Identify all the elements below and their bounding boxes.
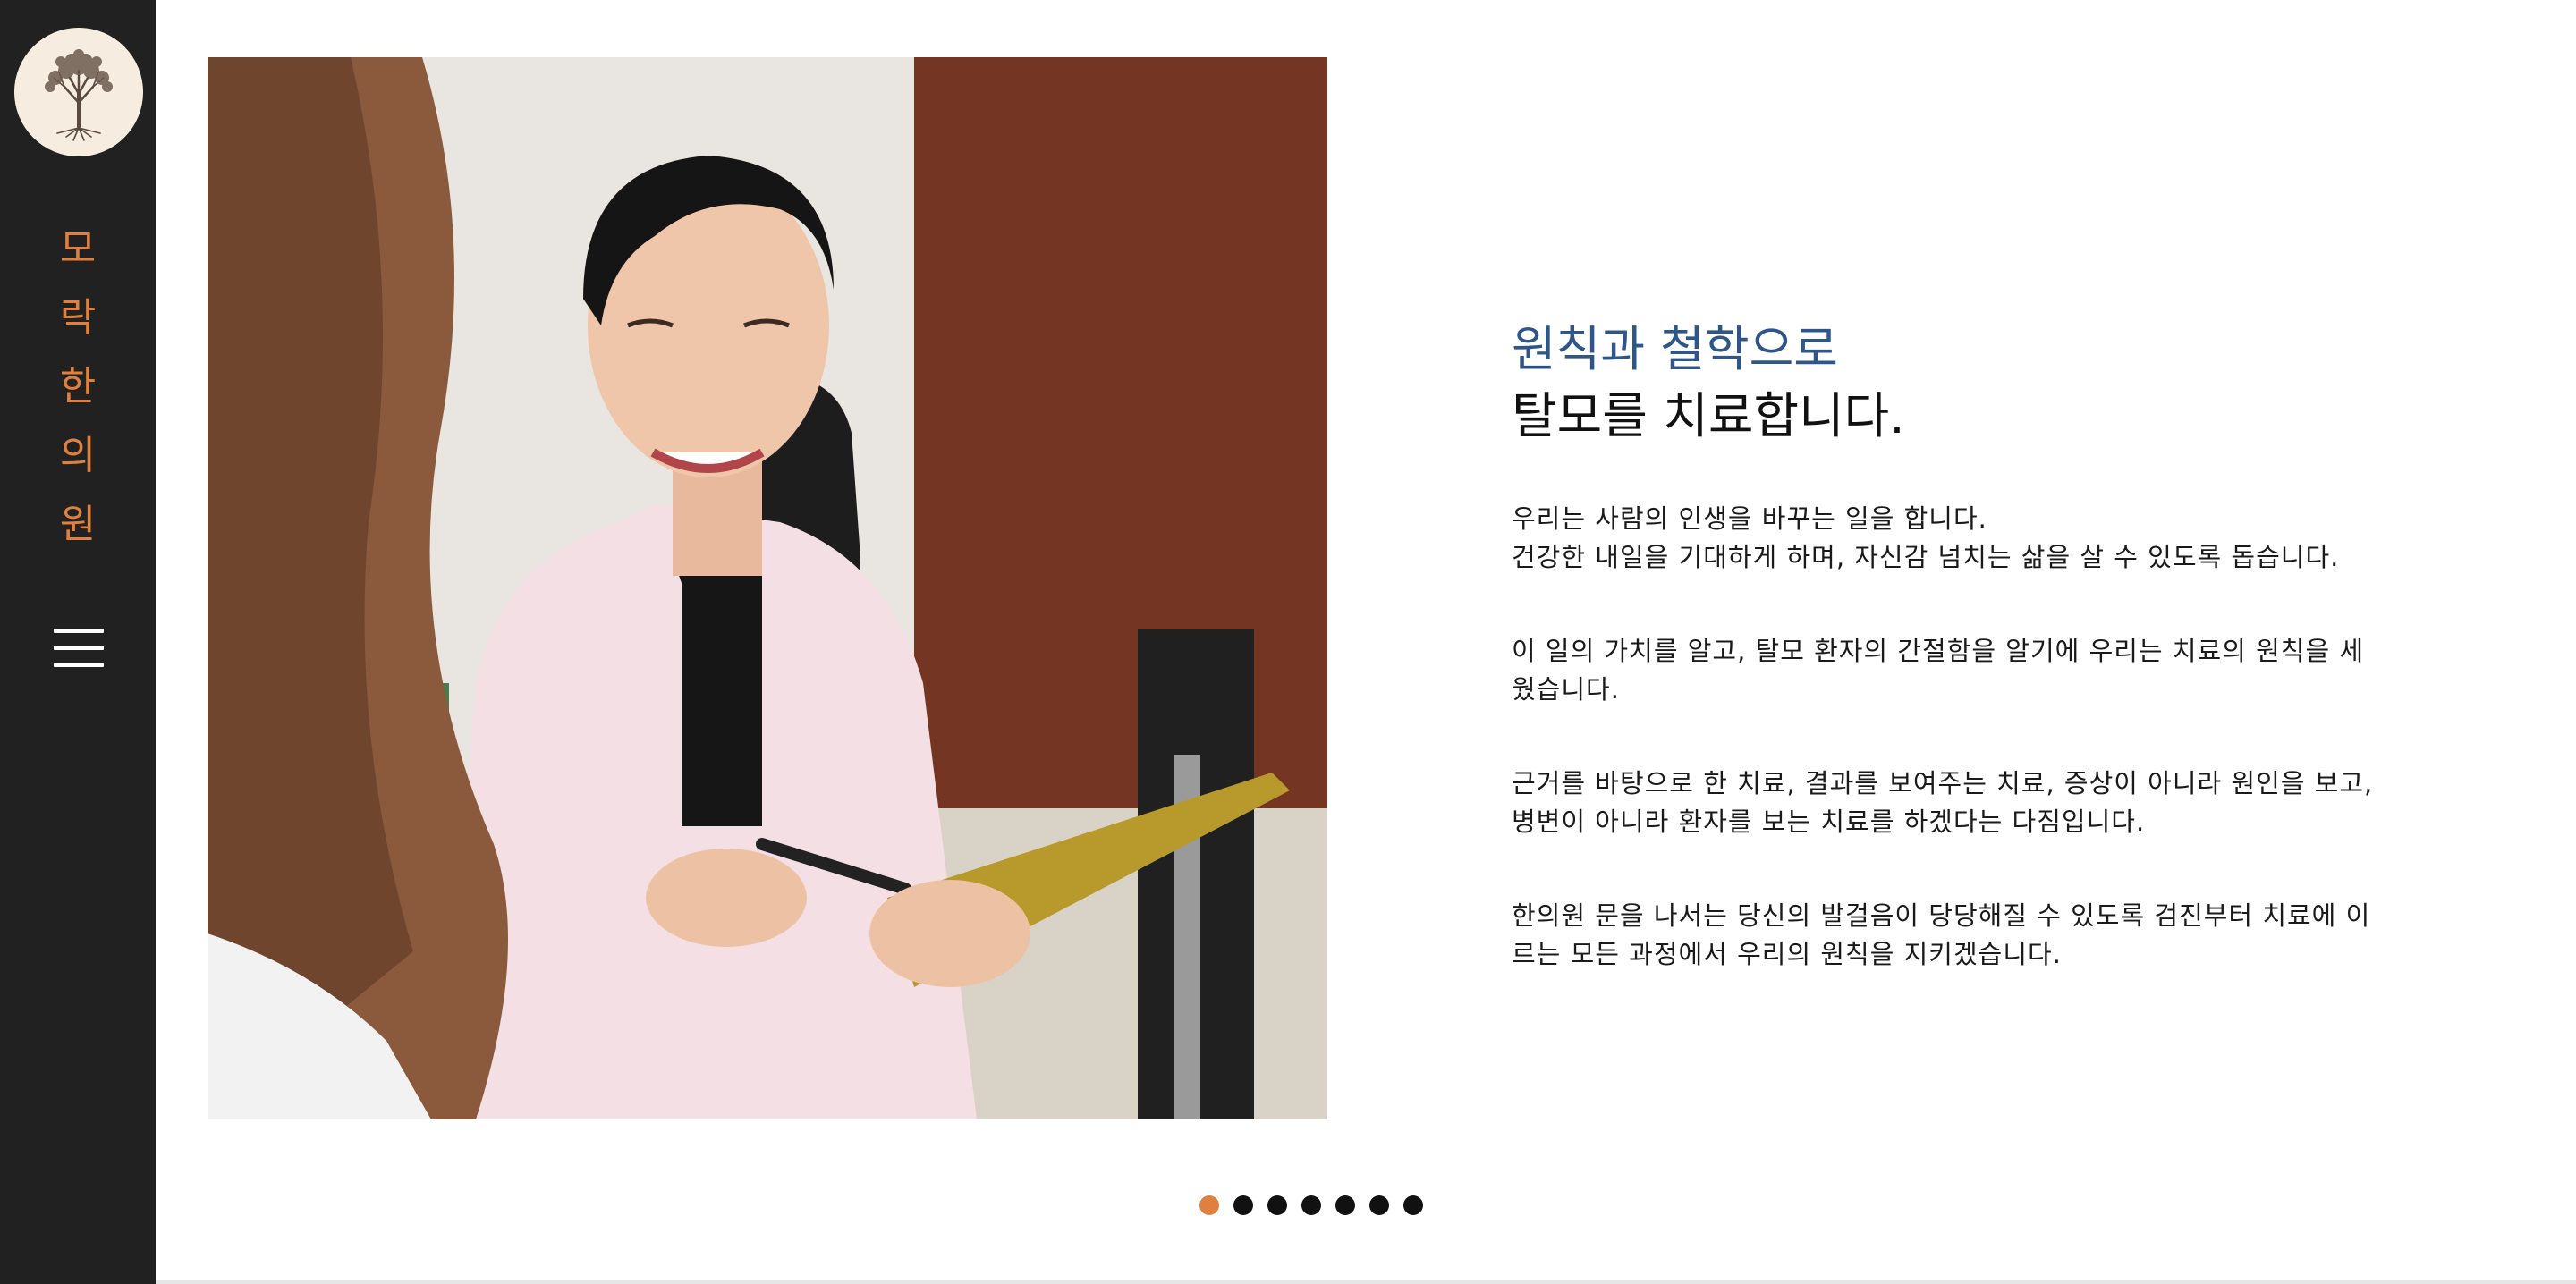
paragraph-line: 르는 모든 과정에서 우리의 원칙을 지키겠습니다. <box>1512 939 2062 969</box>
sidebar: 모 락 한 의 원 <box>0 0 156 1284</box>
paragraph-line: 한의원 문을 나서는 당신의 발걸음이 당당해질 수 있도록 검진부터 치료에 … <box>1512 900 2371 931</box>
menu-bar <box>54 663 104 667</box>
brand-char: 락 <box>59 295 97 341</box>
heading-title: 탈모를 치료합니다. <box>1512 387 1905 444</box>
menu-bar <box>54 629 104 633</box>
hamburger-menu-icon[interactable] <box>54 629 104 668</box>
paragraph-line: 우리는 사람의 인생을 바꾸는 일을 합니다. <box>1512 503 1987 534</box>
philosophy-text: 우리는 사람의 인생을 바꾸는 일을 합니다. 건강한 내일을 기대하게 하며,… <box>1512 500 2496 974</box>
hero-photo <box>208 57 1327 1119</box>
menu-bar <box>54 646 104 650</box>
brand-name[interactable]: 모 락 한 의 원 <box>0 215 156 559</box>
doctor-consultation-image <box>208 57 1327 1119</box>
logo[interactable] <box>14 28 143 156</box>
paragraph: 한의원 문을 나서는 당신의 발걸음이 당당해질 수 있도록 검진부터 치료에 … <box>1512 897 2482 974</box>
paragraph-line: 근거를 바탕으로 한 치료, 결과를 보여주는 치료, 증상이 아니라 원인을 … <box>1512 768 2374 798</box>
carousel-dot-7[interactable] <box>1403 1195 1423 1215</box>
heading-subtitle: 원칙과 철학으로 <box>1512 321 1838 377</box>
paragraph-line: 병변이 아니라 환자를 보는 치료를 하겠다는 다짐입니다. <box>1512 807 2146 837</box>
hero-content: 원칙과 철학으로 탈모를 치료합니다. 우리는 사람의 인생을 바꾸는 일을 합… <box>1512 317 2496 1029</box>
bottom-divider <box>156 1280 2576 1284</box>
paragraph-line: 건강한 내일을 기대하게 하며, 자신감 넘치는 삶을 살 수 있도록 돕습니다… <box>1512 542 2340 572</box>
carousel-dot-4[interactable] <box>1301 1195 1321 1215</box>
paragraph-line: 웠습니다. <box>1512 674 1620 705</box>
carousel-dot-2[interactable] <box>1233 1195 1253 1215</box>
carousel-dot-6[interactable] <box>1369 1195 1389 1215</box>
tree-of-life-icon <box>14 28 143 156</box>
carousel-dot-3[interactable] <box>1267 1195 1287 1215</box>
brand-char: 원 <box>59 502 97 547</box>
carousel-dot-1[interactable] <box>1199 1195 1219 1215</box>
paragraph: 근거를 바탕으로 한 치료, 결과를 보여주는 치료, 증상이 아니라 원인을 … <box>1512 764 2482 841</box>
paragraph: 우리는 사람의 인생을 바꾸는 일을 합니다. 건강한 내일을 기대하게 하며,… <box>1512 500 2482 577</box>
brand-char: 모 <box>59 226 97 272</box>
paragraph: 이 일의 가치를 알고, 탈모 환자의 간절함을 알기에 우리는 치료의 원칙을… <box>1512 632 2482 709</box>
carousel-dot-5[interactable] <box>1335 1195 1355 1215</box>
brand-char: 한 <box>59 364 97 410</box>
brand-char: 의 <box>59 433 97 478</box>
carousel-pagination <box>1199 1195 1423 1215</box>
paragraph-line: 이 일의 가치를 알고, 탈모 환자의 간절함을 알기에 우리는 치료의 원칙을… <box>1512 636 2365 666</box>
